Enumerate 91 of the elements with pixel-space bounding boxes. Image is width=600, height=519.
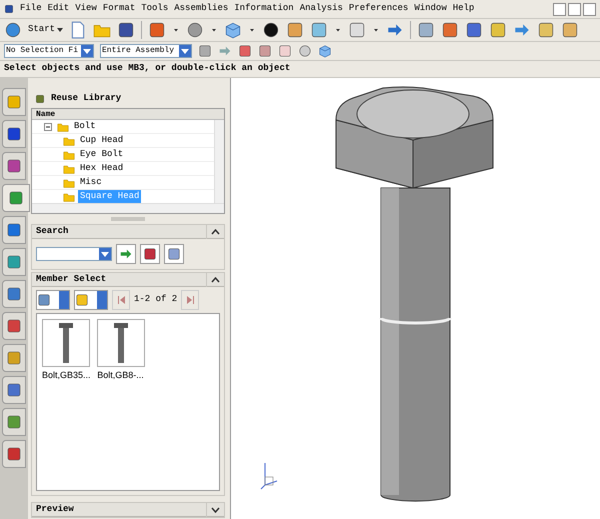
tab-icon	[6, 350, 22, 366]
chevron-up-icon	[211, 228, 220, 234]
panel-title: Search	[36, 224, 68, 238]
last-page-button[interactable]	[181, 290, 200, 310]
cube-icon[interactable]	[224, 21, 242, 39]
tree-item[interactable]: Bolt	[32, 120, 214, 134]
bolt-thumbnail-icon	[59, 323, 74, 363]
tab-icon	[6, 222, 22, 238]
folder-icon	[62, 176, 76, 188]
globe-icon[interactable]	[4, 21, 22, 39]
first-page-icon	[118, 296, 124, 304]
folder-icon	[62, 134, 76, 146]
list-button[interactable]	[164, 244, 184, 264]
tree-item-label: Misc	[79, 176, 103, 189]
tab-icon	[6, 414, 22, 430]
tab-icon	[6, 94, 22, 110]
tree-item-label: Eye Bolt	[79, 148, 124, 161]
tree-item-label: Square Head	[78, 190, 142, 203]
tab-icon	[6, 318, 22, 334]
resource-tab[interactable]	[2, 440, 26, 468]
panel-title: Member Select	[36, 272, 106, 286]
member-thumbnail[interactable]	[96, 319, 145, 367]
chevron-up-icon	[211, 276, 220, 282]
chevron-down-icon	[211, 506, 220, 512]
member-label: Bolt,GB8-...	[97, 369, 144, 382]
menu-item[interactable]: Format	[102, 2, 136, 16]
menu-item[interactable]: Tools	[141, 2, 168, 16]
tab-icon	[8, 190, 24, 206]
resource-tab[interactable]	[2, 216, 26, 244]
menu-item[interactable]: Edit	[48, 2, 70, 16]
tab-icon	[6, 254, 22, 270]
tab-icon	[6, 158, 22, 174]
caret-icon	[57, 28, 64, 32]
resource-tab[interactable]	[2, 184, 30, 212]
resource-tab[interactable]	[2, 376, 26, 404]
page-counter: 1-2 of 2	[134, 293, 178, 306]
tree-item[interactable]: Cup Head	[32, 134, 214, 148]
menu-item[interactable]: View	[75, 2, 97, 16]
panel-title: Preview	[36, 502, 74, 516]
folder-icon	[62, 148, 76, 160]
splitter-handle[interactable]	[111, 217, 145, 221]
prompt-text: Select objects and use MB3, or double-click an object	[4, 62, 290, 76]
arrow-icon	[119, 247, 133, 261]
caret-icon	[101, 252, 109, 256]
tab-icon	[6, 126, 22, 142]
tab-icon	[6, 446, 22, 462]
resource-tab[interactable]	[2, 344, 26, 372]
menu-item[interactable]: File	[20, 2, 42, 16]
tree-item-label: Cup Head	[79, 134, 124, 147]
view-dropdown[interactable]	[36, 290, 70, 310]
last-page-icon	[186, 296, 194, 304]
tree-item-label: Bolt	[73, 120, 97, 133]
caret-icon	[181, 48, 189, 54]
tree-item[interactable]: Eye Bolt	[32, 148, 214, 162]
menu-item[interactable]: Preferences	[348, 2, 408, 16]
column-header: Name	[32, 109, 224, 120]
tree-item-label: Hex Head	[79, 162, 124, 175]
go-button[interactable]	[116, 244, 136, 264]
tab-icon	[6, 382, 22, 398]
panel-title: Reuse Library	[51, 92, 122, 106]
menu-item[interactable]: Window	[414, 2, 447, 16]
cube-icon[interactable]	[318, 44, 332, 58]
dropdown-field[interactable]: Entire Assembly	[100, 44, 192, 58]
start-button[interactable]: Start	[28, 23, 64, 37]
eraser-button[interactable]	[140, 244, 160, 264]
resource-tab[interactable]	[2, 280, 26, 308]
tree-item[interactable]: Hex Head	[32, 162, 214, 176]
resource-tab[interactable]	[2, 152, 26, 180]
tab-icon	[6, 286, 22, 302]
collapse-icon[interactable]	[44, 122, 52, 130]
menu-item[interactable]: Analysis	[300, 2, 343, 16]
dropdown-field[interactable]	[36, 247, 112, 261]
resource-tab[interactable]	[2, 408, 26, 436]
menu-item[interactable]: Help	[452, 2, 474, 16]
caret-icon	[83, 48, 91, 54]
first-page-button[interactable]	[112, 290, 130, 310]
member-label: Bolt,GB35...	[42, 369, 91, 382]
member-thumbnail[interactable]	[42, 319, 90, 367]
horizontal-scrollbar[interactable]	[32, 203, 224, 213]
menu-item[interactable]: Information	[234, 2, 294, 16]
vertical-scrollbar[interactable]	[214, 120, 224, 203]
resource-tab[interactable]	[2, 120, 26, 148]
resource-tab[interactable]	[2, 248, 26, 276]
menu-item[interactable]: Assemblies	[174, 2, 228, 16]
folder-icon	[62, 162, 76, 174]
rectangle-icon[interactable]	[348, 21, 366, 39]
resource-tab[interactable]	[2, 88, 26, 116]
resource-tab[interactable]	[2, 312, 26, 340]
bolt-thumbnail-icon	[114, 323, 128, 363]
dropdown-field[interactable]: No Selection Fi	[4, 44, 94, 58]
filter-dropdown[interactable]	[74, 290, 108, 310]
